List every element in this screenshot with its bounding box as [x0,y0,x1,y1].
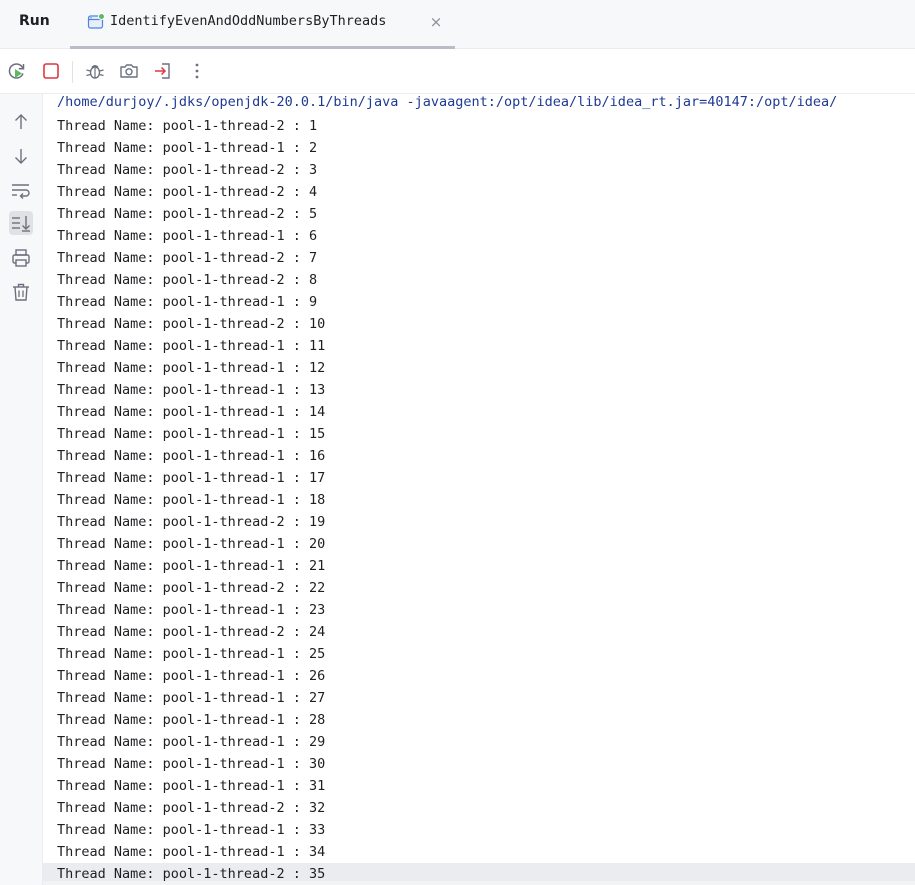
console-line: Thread Name: pool-1-thread-2 : 8 [57,272,318,288]
console-output[interactable]: /home/durjoy/.jdks/openjdk-20.0.1/bin/ja… [43,94,915,885]
console-line: Thread Name: pool-1-thread-1 : 34 [57,844,326,860]
console-line: Thread Name: pool-1-thread-1 : 15 [57,426,326,442]
console-line: Thread Name: pool-1-thread-1 : 31 [57,778,326,794]
console-line: Thread Name: pool-1-thread-2 : 1 [57,118,318,134]
run-config-icon [87,13,105,31]
console-line: Thread Name: pool-1-thread-1 : 2 [57,140,318,156]
exit-icon[interactable] [152,60,174,82]
console-line: Thread Name: pool-1-thread-2 : 19 [57,514,326,530]
console-line: Thread Name: pool-1-thread-1 : 14 [57,404,326,420]
console-line: Thread Name: pool-1-thread-2 : 10 [57,316,326,332]
console-line: Thread Name: pool-1-thread-2 : 3 [57,162,318,178]
output-lines: Thread Name: pool-1-thread-2 : 1 Thread N… [43,115,915,885]
console-line: Thread Name: pool-1-thread-1 : 26 [57,668,326,684]
trash-icon[interactable] [9,280,33,304]
console-line: Thread Name: pool-1-thread-1 : 29 [57,734,326,750]
console-line: Thread Name: pool-1-thread-1 : 17 [57,470,326,486]
console-line: Thread Name: pool-1-thread-2 : 4 [57,184,318,200]
console-line: Thread Name: pool-1-thread-1 : 6 [57,228,318,244]
arrow-down-icon[interactable] [9,144,33,168]
console-line: Thread Name: pool-1-thread-1 : 18 [57,492,326,508]
run-panel-title: Run [19,13,50,29]
screenshot-icon[interactable] [118,60,140,82]
console-line: Thread Name: pool-1-thread-1 : 33 [57,822,326,838]
rerun-icon[interactable] [6,60,28,82]
console-line: Thread Name: pool-1-thread-2 : 22 [57,580,326,596]
scroll-to-end-icon[interactable] [9,211,33,235]
console-side-toolbar [0,94,43,885]
console-line: Thread Name: pool-1-thread-1 : 25 [57,646,326,662]
console-line: Thread Name: pool-1-thread-2 : 32 [57,800,326,816]
java-command-line: /home/durjoy/.jdks/openjdk-20.0.1/bin/ja… [57,94,838,110]
console-line: Thread Name: pool-1-thread-1 : 28 [57,712,326,728]
console-line: Thread Name: pool-1-thread-1 : 21 [57,558,326,574]
console-line: Thread Name: pool-1-thread-1 : 27 [57,690,326,706]
print-icon[interactable] [9,246,33,270]
console-line: Thread Name: pool-1-thread-1 : 16 [57,448,326,464]
run-toolbar [0,49,915,94]
tab-label: IdentifyEvenAndOddNumbersByThreads [110,13,387,29]
console-line: Thread Name: pool-1-thread-2 : 7 [57,250,318,266]
console-line: Thread Name: pool-1-thread-1 : 11 [57,338,326,354]
console-line: Thread Name: pool-1-thread-1 : 23 [57,602,326,618]
console-line: Thread Name: pool-1-thread-1 : 30 [57,756,326,772]
more-icon[interactable] [186,60,208,82]
horizontal-scrollbar[interactable] [43,881,915,885]
console-line: Thread Name: pool-1-thread-1 : 20 [57,536,326,552]
soft-wrap-icon[interactable] [9,178,33,202]
toolbar-separator [72,61,73,83]
console-line: Thread Name: pool-1-thread-1 : 13 [57,382,326,398]
tab-run-configuration[interactable]: IdentifyEvenAndOddNumbersByThreads × [70,0,455,49]
console-line: Thread Name: pool-1-thread-2 : 5 [57,206,318,222]
console-line: Thread Name: pool-1-thread-2 : 24 [57,624,326,640]
debug-icon[interactable] [84,60,106,82]
run-tab-bar: Run IdentifyEvenAndOddNumbersByThreads × [0,0,915,49]
stop-icon[interactable] [40,60,62,82]
run-tool-window: Run IdentifyEvenAndOddNumbersByThreads × [0,0,915,885]
console-line: Thread Name: pool-1-thread-1 : 12 [57,360,326,376]
arrow-up-icon[interactable] [9,110,33,134]
close-icon[interactable]: × [429,12,443,32]
console-line: Thread Name: pool-1-thread-1 : 9 [57,294,318,310]
